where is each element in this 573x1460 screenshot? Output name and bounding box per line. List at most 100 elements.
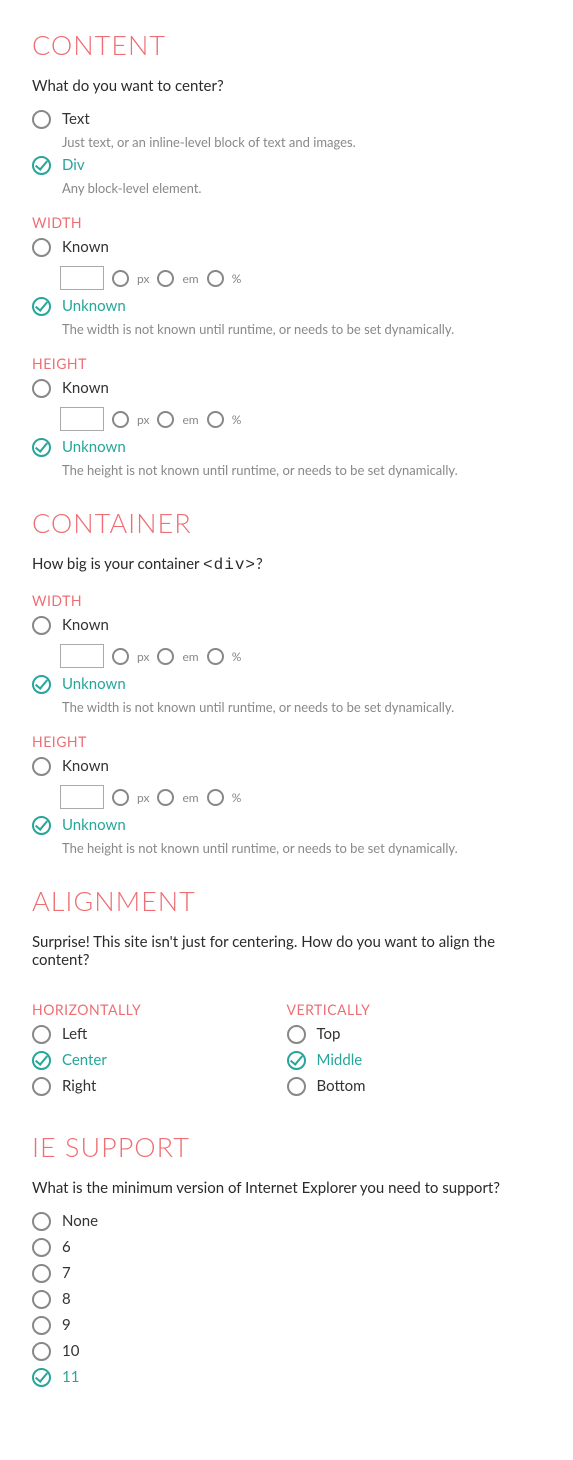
radio-icon [32,1025,51,1044]
option-content-height-known[interactable]: Known [32,378,541,399]
option-label: 7 [62,1263,71,1284]
radio-icon [32,1316,51,1335]
option-label: 9 [62,1315,71,1336]
option-label: 6 [62,1237,71,1258]
option-label: Known [62,615,109,636]
option-desc: The width is not known until runtime, or… [62,321,541,337]
radio-checked-icon [32,675,51,694]
option-container-height-known[interactable]: Known [32,756,541,777]
container-question-post: ? [256,555,263,573]
alignment-question: Surprise! This site isn't just for cente… [32,933,541,969]
radio-checked-icon [32,816,51,835]
radio-checked-icon [32,156,51,175]
unit-label-px: px [137,412,149,427]
option-label: Bottom [317,1076,366,1097]
option-align-right[interactable]: Right [32,1076,287,1097]
content-height-heading: HEIGHT [32,355,541,372]
unit-radio-px[interactable] [112,411,129,428]
unit-radio-px[interactable] [112,648,129,665]
container-width-heading: WIDTH [32,592,541,609]
unit-label-em: em [182,790,198,805]
option-align-top[interactable]: Top [287,1024,542,1045]
unit-label-pct: % [232,790,242,805]
radio-icon [32,1342,51,1361]
option-label: Right [62,1076,96,1097]
unit-radio-em[interactable] [157,270,174,287]
container-width-input[interactable] [60,644,104,668]
radio-icon [287,1025,306,1044]
option-label: Unknown [62,437,541,458]
option-ie-6[interactable]: 6 [32,1237,541,1258]
content-width-input[interactable] [60,266,104,290]
option-ie-8[interactable]: 8 [32,1289,541,1310]
radio-icon [32,1238,51,1257]
option-ie-9[interactable]: 9 [32,1315,541,1336]
option-content-width-known[interactable]: Known [32,237,541,258]
option-align-middle[interactable]: Middle [287,1050,542,1071]
option-label: Known [62,756,109,777]
option-label: Unknown [62,815,541,836]
unit-label-em: em [182,271,198,286]
option-content-width-unknown[interactable]: Unknown The width is not known until run… [32,296,541,337]
option-desc: Just text, or an inline-level block of t… [62,134,541,150]
option-container-width-known[interactable]: Known [32,615,541,636]
unit-label-pct: % [232,271,242,286]
container-height-unit-row: px em % [60,785,541,809]
radio-checked-icon [32,1051,51,1070]
option-ie-10[interactable]: 10 [32,1341,541,1362]
option-label: Known [62,237,109,258]
unit-label-pct: % [232,649,242,664]
option-align-center[interactable]: Center [32,1050,287,1071]
option-label: Text [62,109,541,130]
content-width-unit-row: px em % [60,266,541,290]
option-content-height-unknown[interactable]: Unknown The height is not known until ru… [32,437,541,478]
option-content-div[interactable]: Div Any block-level element. [32,155,541,196]
option-container-height-unknown[interactable]: Unknown The height is not known until ru… [32,815,541,856]
radio-icon [32,110,51,129]
unit-label-em: em [182,649,198,664]
option-desc: The width is not known until runtime, or… [62,699,541,715]
container-height-input[interactable] [60,785,104,809]
unit-radio-pct[interactable] [207,789,224,806]
option-ie-11[interactable]: 11 [32,1367,541,1388]
option-desc: The height is not known until runtime, o… [62,840,541,856]
option-align-bottom[interactable]: Bottom [287,1076,542,1097]
option-label: Div [62,155,541,176]
container-width-unit-row: px em % [60,644,541,668]
unit-radio-em[interactable] [157,411,174,428]
section-container-heading: CONTAINER [32,506,541,539]
alignment-horizontal-heading: HORIZONTALLY [32,1001,287,1018]
unit-radio-pct[interactable] [207,270,224,287]
radio-icon [32,1290,51,1309]
radio-icon [32,1264,51,1283]
unit-radio-px[interactable] [112,789,129,806]
section-ie-heading: IE SUPPORT [32,1130,541,1163]
unit-radio-em[interactable] [157,789,174,806]
radio-icon [32,1212,51,1231]
radio-checked-icon [32,438,51,457]
radio-icon [32,238,51,257]
option-label: 11 [62,1367,79,1388]
option-ie-7[interactable]: 7 [32,1263,541,1284]
option-ie-none[interactable]: None [32,1211,541,1232]
option-container-width-unknown[interactable]: Unknown The width is not known until run… [32,674,541,715]
content-height-input[interactable] [60,407,104,431]
unit-label-em: em [182,412,198,427]
radio-checked-icon [32,297,51,316]
option-content-text[interactable]: Text Just text, or an inline-level block… [32,109,541,150]
option-label: Center [62,1050,107,1071]
option-label: 10 [62,1341,79,1362]
unit-radio-px[interactable] [112,270,129,287]
unit-radio-pct[interactable] [207,648,224,665]
option-align-left[interactable]: Left [32,1024,287,1045]
unit-label-px: px [137,790,149,805]
option-label: 8 [62,1289,71,1310]
radio-icon [287,1077,306,1096]
unit-label-px: px [137,649,149,664]
content-width-heading: WIDTH [32,214,541,231]
unit-radio-pct[interactable] [207,411,224,428]
unit-radio-em[interactable] [157,648,174,665]
unit-label-pct: % [232,412,242,427]
option-label: Top [317,1024,341,1045]
alignment-vertical-heading: VERTICALLY [287,1001,542,1018]
